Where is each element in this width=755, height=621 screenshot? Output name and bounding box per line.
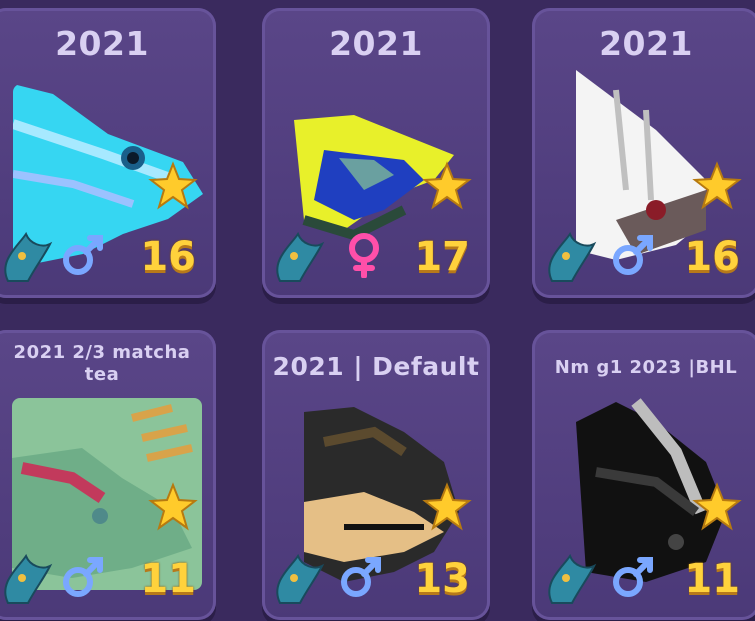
dragon-icon	[0, 226, 54, 286]
pet-card[interactable]: 2021 17	[262, 8, 490, 298]
card-title: 2021	[55, 24, 149, 63]
level-value: 16	[684, 234, 740, 280]
level-value: 13	[414, 556, 470, 602]
star-icon	[148, 161, 198, 211]
male-icon	[610, 552, 658, 600]
star-icon	[148, 482, 198, 532]
star-icon	[422, 161, 472, 211]
pet-card[interactable]: 2021 16	[0, 8, 216, 298]
female-icon	[340, 230, 388, 279]
star-icon	[692, 482, 742, 532]
star-icon	[692, 161, 742, 211]
dragon-icon	[0, 548, 54, 608]
level-value: 11	[684, 556, 740, 602]
pet-card[interactable]: Nm g1 2023 |BHL 11	[532, 330, 755, 620]
level-value: 11	[140, 556, 196, 602]
pet-card[interactable]: 2021 16	[532, 8, 755, 298]
male-icon	[60, 552, 108, 600]
card-title: 2021 2/3 matcha tea	[13, 342, 191, 385]
male-icon	[338, 552, 386, 600]
card-title: 2021	[599, 24, 693, 63]
male-icon	[60, 230, 108, 278]
card-title: 2021 | Default	[272, 352, 480, 381]
card-title: 2021	[329, 24, 423, 63]
pet-card[interactable]: 2021 2/3 matcha tea 11	[0, 330, 216, 620]
level-value: 17	[414, 234, 470, 280]
dragon-icon	[270, 548, 326, 608]
card-title: Nm g1 2023 |BHL	[554, 357, 738, 378]
level-value: 16	[140, 234, 196, 280]
dragon-icon	[542, 226, 598, 286]
dragon-icon	[542, 548, 598, 608]
male-icon	[610, 230, 658, 278]
star-icon	[422, 482, 472, 532]
pet-card[interactable]: 2021 | Default 13	[262, 330, 490, 620]
pet-grid: 2021 16 2021 17 2021 16 2021 2/3 matcha …	[0, 0, 755, 621]
dragon-icon	[270, 226, 326, 286]
